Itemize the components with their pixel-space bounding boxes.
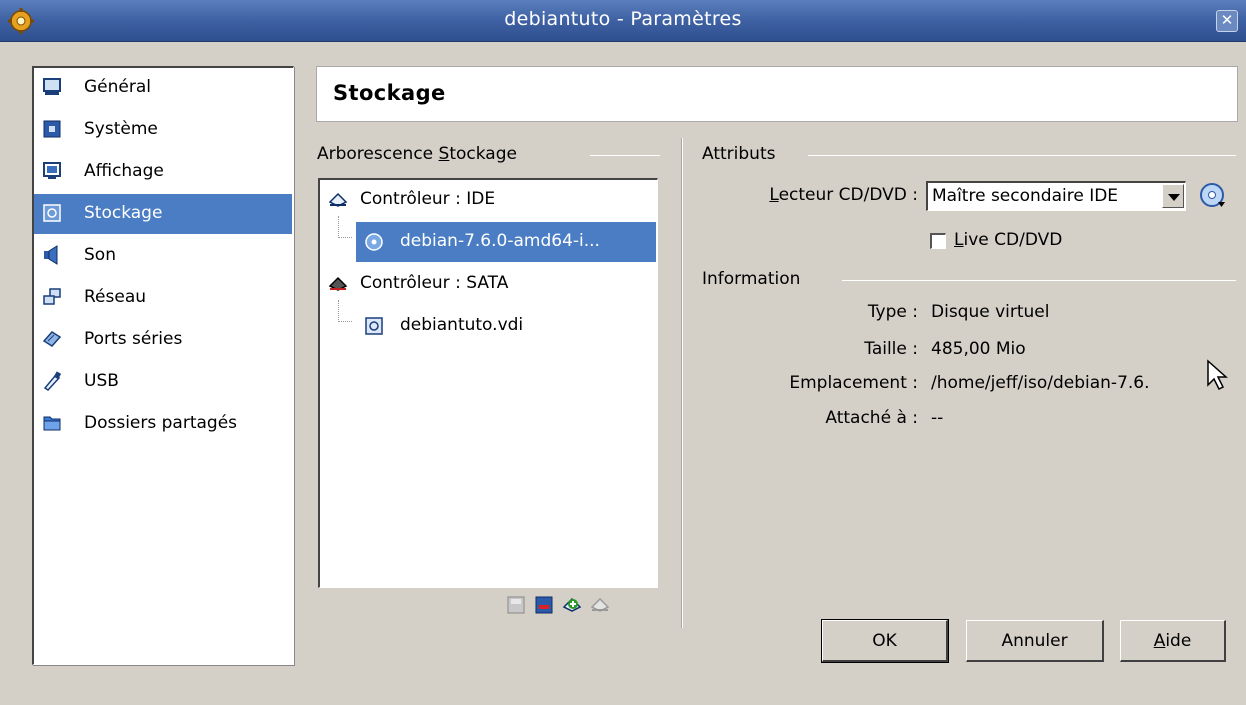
sidebar-item-network[interactable]: Réseau (34, 278, 292, 318)
tree-branch-line (338, 216, 352, 238)
tree-item-sata-controller[interactable]: Contrôleur : SATA (320, 264, 656, 304)
sidebar-item-serial-ports[interactable]: Ports séries (34, 320, 292, 360)
cd-drive-label: Lecteur CD/DVD : (769, 185, 918, 205)
sidebar-item-label: Général (84, 77, 151, 97)
sidebar-item-usb[interactable]: USB (34, 362, 292, 402)
sidebar-item-label: Stockage (84, 203, 163, 223)
info-type-label: Type : (867, 302, 918, 322)
speaker-icon (44, 245, 58, 265)
sidebar-item-storage[interactable]: Stockage (34, 194, 292, 234)
add-attachment-icon[interactable] (506, 595, 526, 615)
cd-disc-icon (365, 233, 383, 251)
chevron-down-icon[interactable] (1162, 184, 1184, 208)
group-divider (590, 155, 660, 156)
remove-controller-icon[interactable] (590, 595, 610, 615)
tree-item-label: debiantuto.vdi (400, 315, 524, 335)
title-bar[interactable]: debiantuto - Paramètres ✕ (0, 0, 1246, 42)
hard-disk-icon (365, 317, 383, 335)
sidebar-item-label: USB (84, 371, 119, 391)
help-button[interactable]: Aide (1120, 620, 1226, 662)
tree-item-ide-controller[interactable]: Contrôleur : IDE (320, 180, 656, 220)
cd-chooser-icon[interactable] (1199, 182, 1227, 210)
panel-separator (681, 138, 683, 628)
cd-drive-value: Maître secondaire IDE (932, 186, 1119, 206)
sidebar-item-system[interactable]: Système (34, 110, 292, 150)
serial-port-icon (42, 331, 62, 347)
chip-icon (43, 120, 61, 138)
dialog-body: Général Système Affichage Stockage Son R… (8, 42, 1238, 705)
info-location-label: Emplacement : (789, 373, 918, 393)
network-icon (43, 288, 61, 305)
sidebar-item-label: Système (84, 119, 158, 139)
storage-tree[interactable]: Contrôleur : IDE debian-7.6.0-amd64-i...… (318, 178, 658, 588)
add-controller-icon[interactable] (562, 595, 582, 615)
group-divider (842, 280, 1236, 281)
storage-icon (43, 204, 61, 222)
sidebar-item-label: Dossiers partagés (84, 413, 238, 433)
sidebar-item-label: Son (84, 245, 116, 265)
cancel-button[interactable]: Annuler (966, 620, 1104, 662)
storage-tree-title: Arborescence Stockage (317, 144, 517, 164)
sidebar-item-label: Ports séries (84, 329, 183, 349)
display-icon (43, 162, 61, 179)
tree-branch-line (338, 300, 352, 322)
close-icon[interactable]: ✕ (1216, 10, 1238, 32)
page-title: Stockage (333, 81, 446, 105)
remove-attachment-icon[interactable] (534, 595, 554, 615)
monitor-icon (43, 78, 61, 95)
sidebar-item-general[interactable]: Général (34, 68, 292, 108)
info-attached-value: -- (931, 408, 944, 428)
info-size-label: Taille : (864, 339, 918, 359)
group-divider (808, 155, 1236, 156)
tree-item-label: debian-7.6.0-amd64-i... (400, 231, 600, 251)
window-title: debiantuto - Paramètres (504, 8, 742, 30)
ok-button[interactable]: OK (821, 619, 949, 663)
sidebar-item-sound[interactable]: Son (34, 236, 292, 276)
live-cd-checkbox[interactable] (930, 233, 946, 249)
attributes-title: Attributs (702, 144, 776, 164)
sidebar-item-label: Affichage (84, 161, 164, 181)
sidebar-item-shared-folders[interactable]: Dossiers partagés (34, 404, 292, 444)
usb-icon (43, 371, 62, 391)
info-location-value: /home/jeff/iso/debian-7.6. (931, 373, 1150, 393)
sidebar-item-display[interactable]: Affichage (34, 152, 292, 192)
ide-controller-icon (328, 192, 348, 207)
sidebar-item-label: Réseau (84, 287, 147, 307)
settings-sidebar: Général Système Affichage Stockage Son R… (32, 66, 294, 665)
sata-controller-icon (328, 276, 348, 291)
tree-item-label: Contrôleur : SATA (360, 273, 509, 293)
folder-icon (43, 416, 61, 431)
tree-item-cd-attachment[interactable]: debian-7.6.0-amd64-i... (356, 222, 656, 262)
mouse-cursor-icon (1207, 359, 1228, 391)
cd-drive-select[interactable]: Maître secondaire IDE (926, 181, 1186, 211)
live-cd-label[interactable]: Live CD/DVD (954, 230, 1062, 250)
page-header: Stockage (316, 66, 1238, 122)
tree-item-hard-disk[interactable]: debiantuto.vdi (356, 306, 656, 346)
info-type-value: Disque virtuel (931, 302, 1050, 322)
info-size-value: 485,00 Mio (931, 339, 1026, 359)
tree-item-label: Contrôleur : IDE (360, 189, 496, 209)
info-attached-label: Attaché à : (825, 408, 918, 428)
information-title: Information (702, 269, 801, 289)
